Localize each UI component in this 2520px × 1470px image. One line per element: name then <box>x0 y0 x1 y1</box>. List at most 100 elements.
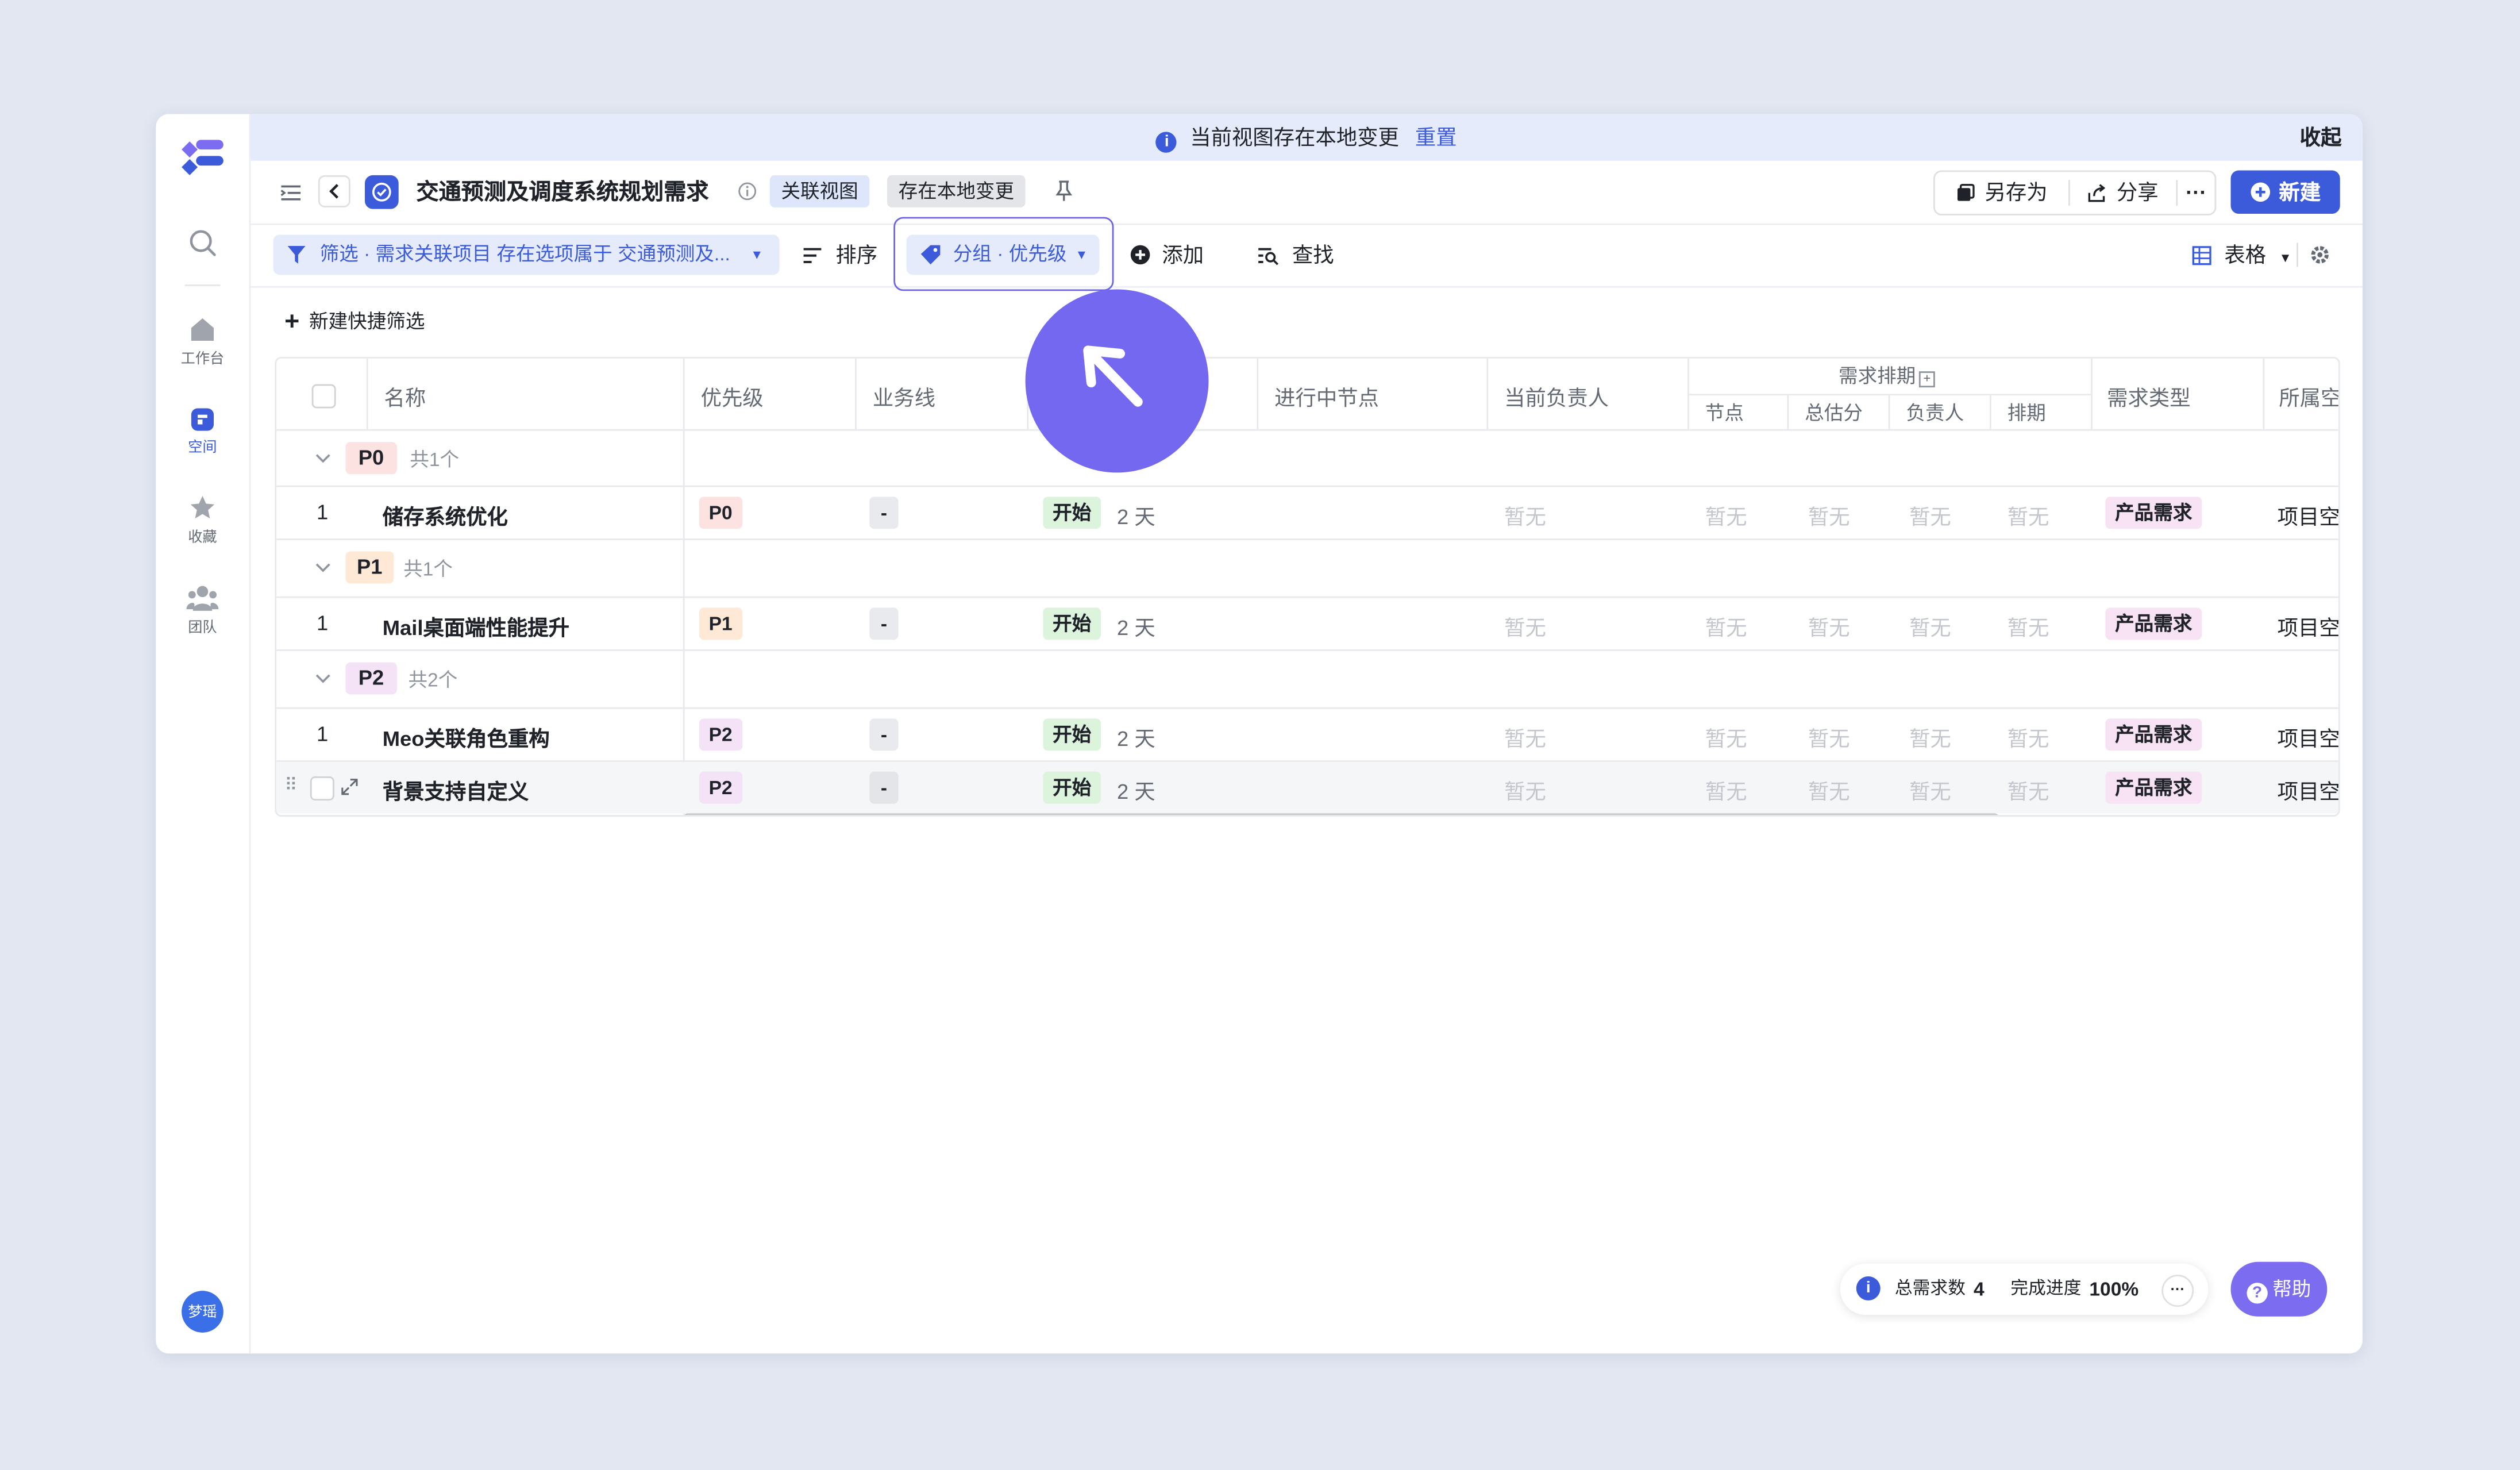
add-button[interactable]: 添加 <box>1130 224 1204 286</box>
outline-toggle-icon[interactable] <box>280 182 302 204</box>
select-all-checkbox[interactable] <box>311 384 336 409</box>
drag-handle-icon[interactable]: ⠿ <box>284 775 298 796</box>
table-row[interactable]: 1 Meo关联角色重构 P2 - 开始 2 天 暂无 暂无 暂无 暂无 暂无 产… <box>276 709 2338 761</box>
duration: 2 天 <box>1117 615 1155 640</box>
sidebar-divider <box>184 284 221 286</box>
estimate-value: 暂无 <box>1808 505 1850 529</box>
type-badge[interactable]: 产品需求 <box>2105 607 2202 640</box>
expand-icon[interactable] <box>341 778 359 796</box>
business-line-value[interactable]: - <box>869 718 899 751</box>
requirements-table: 名称 优先级 业务线 进行中节点 当前负责人 需求排期 + 节点 总估分 负责人 … <box>275 356 2340 817</box>
chevron-down-icon[interactable] <box>315 561 331 574</box>
node-value: 暂无 <box>1705 779 1747 804</box>
save-as-button[interactable]: 另存为 <box>1935 172 2068 214</box>
pin-icon[interactable] <box>1054 180 1074 202</box>
info-icon: i <box>1856 1276 1881 1300</box>
chevron-down-icon[interactable] <box>315 672 331 684</box>
settings-icon[interactable] <box>2310 244 2330 265</box>
col-header-total-estimate[interactable]: 总估分 <box>1805 399 1863 426</box>
owner-value[interactable]: 暂无 <box>1504 500 1546 530</box>
new-quick-filter-button[interactable]: + 新建快捷筛选 <box>284 307 425 337</box>
row-name[interactable]: Mail桌面端性能提升 <box>383 611 569 641</box>
col-header-node[interactable]: 节点 <box>1705 399 1744 426</box>
col-header-business-line[interactable]: 业务线 <box>873 381 935 411</box>
group-header-p2[interactable]: P2 共2个 <box>276 651 2338 707</box>
caret-down-icon: ▼ <box>750 247 764 262</box>
status-badge[interactable]: 开始 <box>1043 771 1101 804</box>
assignee-value: 暂无 <box>1909 505 1951 529</box>
reset-link[interactable]: 重置 <box>1415 125 1457 149</box>
row-checkbox[interactable] <box>310 776 334 801</box>
col-divider <box>855 358 857 429</box>
share-button[interactable]: 分享 <box>2070 172 2176 214</box>
table-row[interactable]: 1 储存系统优化 P0 - 开始 2 天 暂无 暂无 暂无 暂无 暂无 产品需求… <box>276 487 2338 539</box>
sort-button[interactable]: 排序 <box>802 224 877 286</box>
table-row-hovered[interactable]: ⠿ 背景支持自定义 P2 - 开始 2 天 暂无 暂无 暂无 暂无 暂无 产品需… <box>276 761 2338 814</box>
row-name[interactable]: 背景支持自定义 <box>383 775 529 805</box>
find-button[interactable]: 查找 <box>1257 224 1334 286</box>
more-icon[interactable]: ··· <box>2161 1275 2194 1307</box>
sidebar-item-space[interactable]: 空间 <box>156 407 249 457</box>
status-badge[interactable]: 开始 <box>1043 497 1101 529</box>
col-header-name[interactable]: 名称 <box>384 381 426 411</box>
space-icon <box>191 408 214 431</box>
sidebar-item-workbench[interactable]: 工作台 <box>156 315 249 368</box>
help-button[interactable]: ? 帮助 <box>2230 1261 2328 1317</box>
priority-badge[interactable]: P2 <box>699 718 742 751</box>
back-button[interactable] <box>318 175 350 207</box>
avatar[interactable]: 梦瑶 <box>182 1291 224 1333</box>
priority-badge[interactable]: P1 <box>699 607 742 640</box>
new-button[interactable]: 新建 <box>2230 170 2340 214</box>
view-switch-button[interactable]: 表格 ▼ <box>2192 224 2292 290</box>
col-header-req-type[interactable]: 需求类型 <box>2107 381 2190 411</box>
col-divider <box>1888 394 1890 429</box>
row-index: 1 <box>317 721 329 746</box>
col-header-schedule[interactable]: 排期 <box>2007 399 2046 426</box>
priority-badge[interactable]: P0 <box>699 497 742 529</box>
stats-bar: i 总需求数 4 完成进度 100% ··· <box>1840 1263 2209 1315</box>
assignee-value: 暂无 <box>1909 779 1951 804</box>
home-icon <box>191 318 214 341</box>
owner-value[interactable]: 暂无 <box>1504 775 1546 805</box>
col-group-header-schedule[interactable]: 需求排期 + <box>1839 361 1935 389</box>
sidebar-item-team[interactable]: 团队 <box>156 583 249 636</box>
chevron-down-icon[interactable] <box>315 452 331 464</box>
sidebar-item-favorites[interactable]: 收藏 <box>156 494 249 547</box>
filter-button[interactable]: 筛选 · 需求关联项目 存在选项属于 交通预测及... ▼ <box>273 234 780 275</box>
more-icon[interactable]: ··· <box>2178 172 2214 214</box>
type-badge[interactable]: 产品需求 <box>2105 718 2202 751</box>
status-badge[interactable]: 开始 <box>1043 607 1101 640</box>
col-header-node-in-progress[interactable]: 进行中节点 <box>1274 381 1379 411</box>
col-divider <box>1687 358 1689 429</box>
group-header-p0[interactable]: P0 共1个 <box>276 431 2338 486</box>
sidebar-item-label: 空间 <box>188 438 217 455</box>
business-line-value[interactable]: - <box>869 771 899 804</box>
priority-badge[interactable]: P2 <box>699 771 742 804</box>
status-badge[interactable]: 开始 <box>1043 718 1101 751</box>
row-name[interactable]: Meo关联角色重构 <box>383 722 550 752</box>
horizontal-scrollbar[interactable] <box>683 813 1999 815</box>
owner-value[interactable]: 暂无 <box>1504 722 1546 752</box>
space-value: 项目空 <box>2277 615 2340 640</box>
col-header-space[interactable]: 所属空 <box>2279 381 2338 411</box>
collapse-button[interactable]: 收起 <box>2300 114 2342 161</box>
business-line-value[interactable]: - <box>869 607 899 640</box>
app-window: 工作台 空间 收藏 团队 梦瑶 i 当前视图存在本地变更 重置 收起 交通预测及… <box>156 114 2363 1354</box>
estimate-value: 暂无 <box>1808 615 1850 640</box>
linked-view-tag[interactable]: 关联视图 <box>769 175 870 207</box>
info-outline-icon[interactable] <box>738 182 757 201</box>
owner-value[interactable]: 暂无 <box>1504 611 1546 641</box>
filter-icon <box>287 245 306 264</box>
expand-box-icon[interactable]: + <box>1918 371 1935 388</box>
type-badge[interactable]: 产品需求 <box>2105 771 2202 804</box>
group-header-p1[interactable]: P1 共1个 <box>276 540 2338 597</box>
quick-filter-label: 新建快捷筛选 <box>309 310 425 333</box>
col-header-current-owner[interactable]: 当前负责人 <box>1504 381 1609 411</box>
type-badge[interactable]: 产品需求 <box>2105 497 2202 529</box>
business-line-value[interactable]: - <box>869 497 899 529</box>
col-header-priority[interactable]: 优先级 <box>701 381 764 411</box>
row-name[interactable]: 储存系统优化 <box>383 500 508 530</box>
col-header-owner[interactable]: 负责人 <box>1906 399 1964 426</box>
table-row[interactable]: 1 Mail桌面端性能提升 P1 - 开始 2 天 暂无 暂无 暂无 暂无 暂无… <box>276 598 2338 650</box>
search-icon[interactable] <box>188 228 217 257</box>
